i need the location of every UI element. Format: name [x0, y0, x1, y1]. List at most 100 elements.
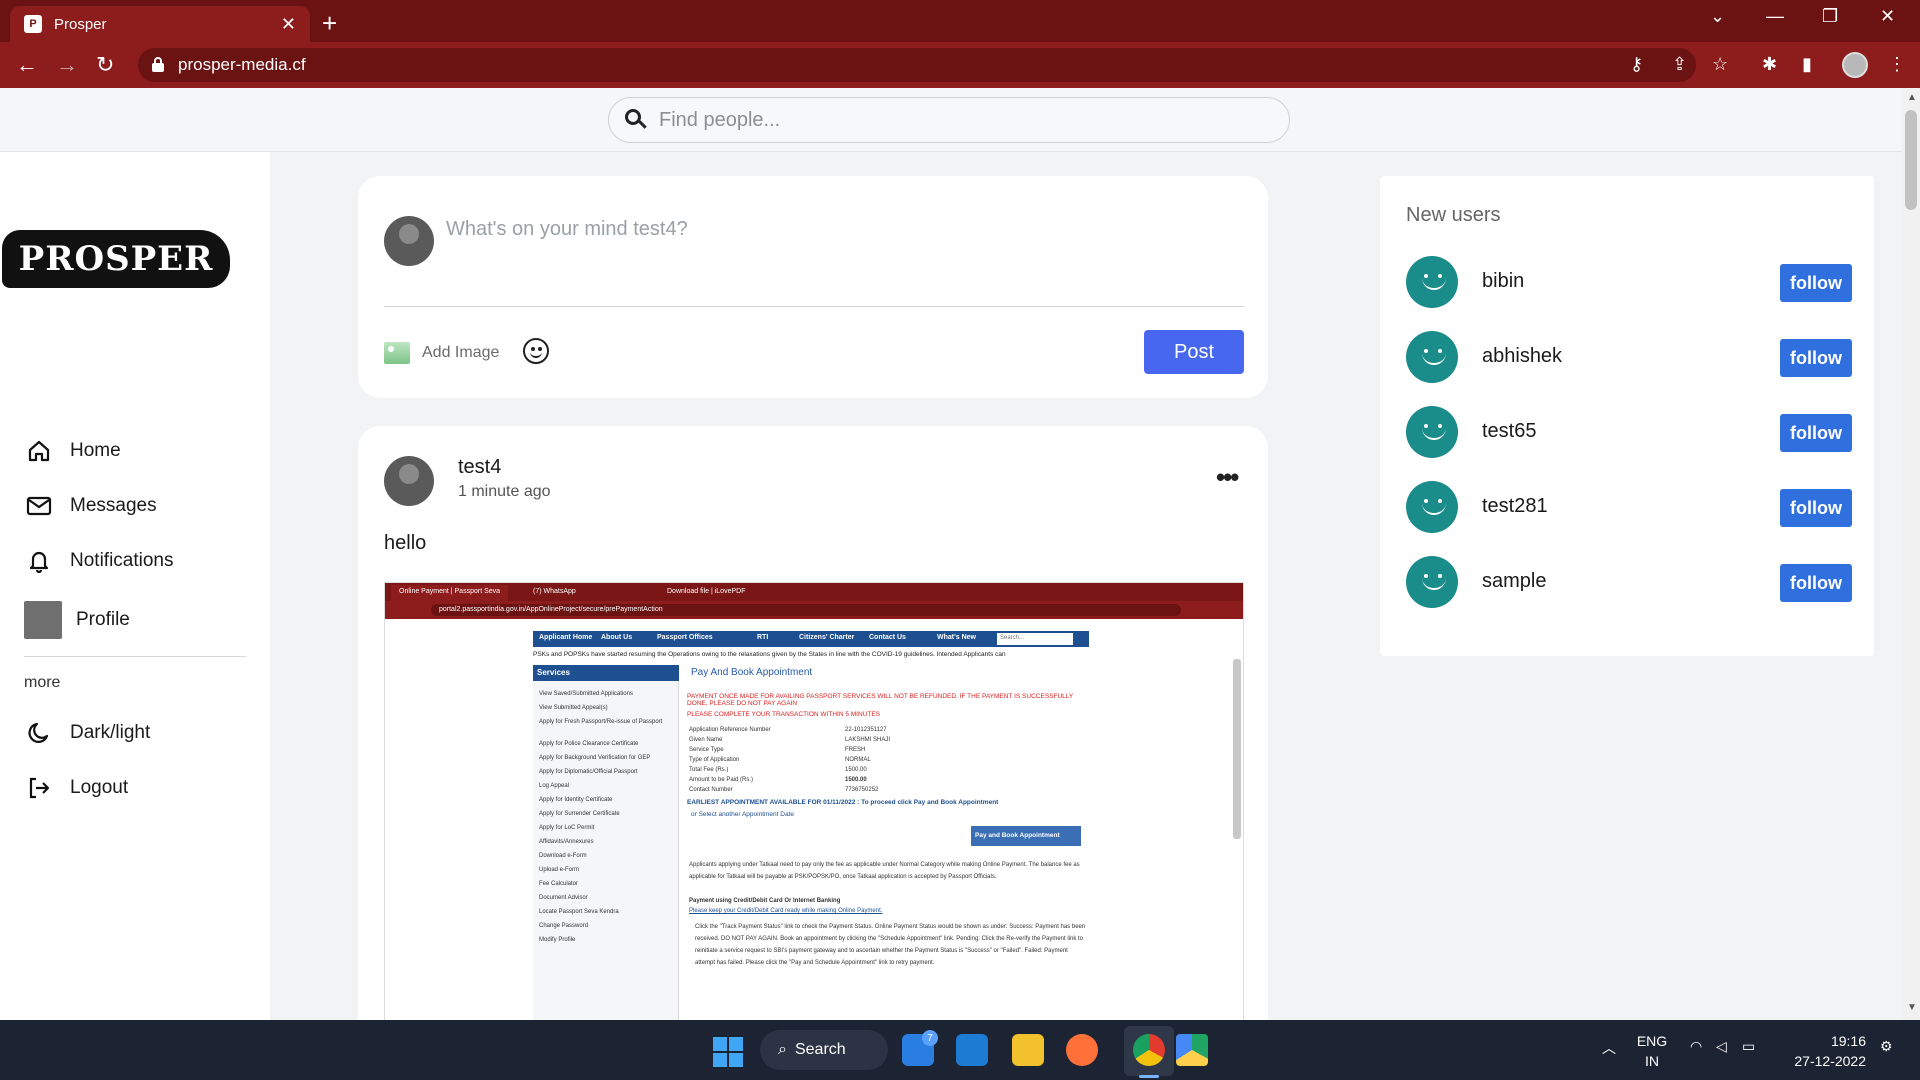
search-icon — [625, 109, 647, 131]
composer-input[interactable]: What's on your mind test4? — [446, 218, 688, 241]
post-card: test4 1 minute ago ••• hello Online Paym… — [358, 426, 1268, 1020]
smiley-avatar-icon[interactable] — [1406, 556, 1458, 608]
user-name[interactable]: abhishek — [1482, 345, 1562, 368]
user-name[interactable]: test281 — [1482, 495, 1548, 518]
back-icon[interactable]: ← — [16, 52, 38, 78]
image-row-label: Amount to be Paid (Rs.) — [689, 777, 754, 783]
follow-button[interactable]: follow — [1780, 264, 1852, 302]
search-icon: ⌕ — [778, 1041, 787, 1058]
lang-line-2: IN — [1645, 1053, 1659, 1069]
nav-home[interactable]: Home — [26, 438, 121, 464]
address-bar[interactable]: prosper-media.cf — [138, 48, 1696, 82]
tab-search-chevron-icon[interactable]: ⌄ — [1710, 6, 1725, 27]
emoji-icon[interactable] — [523, 338, 549, 364]
image-warning: PAYMENT ONCE MADE FOR AVAILING PASSPORT … — [687, 693, 1074, 707]
image-payment-sub: Please keep your Credit/Debit Card ready… — [689, 908, 883, 914]
close-tab-icon[interactable]: ✕ — [281, 14, 296, 35]
post-options-icon[interactable]: ••• — [1216, 462, 1239, 493]
new-tab-icon[interactable]: + — [322, 8, 337, 39]
scrollbar-thumb[interactable] — [1905, 110, 1917, 210]
page-scrollbar[interactable]: ▲ ▼ — [1902, 88, 1920, 1020]
scroll-down-icon[interactable]: ▼ — [1907, 1002, 1917, 1013]
reload-icon[interactable]: ↻ — [96, 52, 114, 78]
nav-logout[interactable]: Logout — [26, 775, 128, 801]
image-service-item: Log Appeal — [539, 783, 570, 789]
image-row-label: Contact Number — [689, 787, 733, 793]
post-username[interactable]: test4 — [458, 456, 501, 479]
lock-icon — [152, 57, 164, 72]
vscode-icon[interactable] — [956, 1034, 988, 1066]
language-indicator[interactable]: ENG IN — [1636, 1031, 1668, 1071]
follow-button[interactable]: follow — [1780, 564, 1852, 602]
image-scrollbar — [1233, 659, 1241, 839]
image-nav-item: What's New — [937, 634, 977, 641]
bookmark-star-icon[interactable]: ☆ — [1712, 54, 1728, 75]
post-author-avatar[interactable] — [384, 456, 434, 506]
volume-icon[interactable]: ◁ — [1716, 1038, 1727, 1055]
browser-profile-avatar[interactable] — [1842, 52, 1868, 78]
user-row: bibin follow — [1406, 256, 1852, 308]
search-input[interactable]: Find people... — [608, 97, 1290, 143]
prosper-favicon-icon: P — [24, 15, 42, 33]
smiley-avatar-icon[interactable] — [1406, 331, 1458, 383]
user-name[interactable]: bibin — [1482, 270, 1524, 293]
nav-notifications[interactable]: Notifications — [26, 548, 174, 574]
follow-button[interactable]: follow — [1780, 414, 1852, 452]
browser-tab[interactable]: P Prosper ✕ — [10, 6, 310, 42]
image-tatkaal-text: Applicants applying under Tatkaal need t… — [689, 862, 1080, 880]
new-users-panel: New users bibin follow abhishek follow t… — [1380, 176, 1874, 656]
windows-start-icon[interactable] — [713, 1037, 743, 1067]
battery-icon[interactable]: ▭ — [1742, 1038, 1755, 1055]
smiley-avatar-icon[interactable] — [1406, 406, 1458, 458]
side-panel-icon[interactable]: ▮ — [1802, 54, 1812, 75]
bell-icon — [26, 548, 52, 574]
mail-icon — [26, 493, 52, 519]
follow-button[interactable]: follow — [1780, 339, 1852, 377]
key-icon[interactable]: ⚷ — [1630, 54, 1643, 75]
user-name[interactable]: sample — [1482, 570, 1546, 593]
post-time: 1 minute ago — [458, 483, 551, 500]
taskbar-search-button[interactable]: ⌕ Search — [760, 1030, 888, 1070]
nav-notifications-label: Notifications — [70, 550, 174, 571]
chrome-active-indicator — [1139, 1075, 1159, 1078]
follow-button[interactable]: follow — [1780, 489, 1852, 527]
notification-center-icon[interactable]: ⚙ — [1880, 1038, 1893, 1055]
image-nav-item: Citizens' Charter — [799, 634, 855, 641]
scroll-up-icon[interactable]: ▲ — [1907, 92, 1917, 103]
file-explorer-icon[interactable] — [1012, 1034, 1044, 1066]
wifi-icon[interactable]: ◠ — [1690, 1038, 1702, 1055]
share-icon[interactable]: ⇪ — [1672, 54, 1687, 75]
nav-dark-light-label: Dark/light — [70, 722, 151, 743]
nav-profile[interactable]: Profile — [24, 601, 130, 639]
chrome-icon[interactable] — [1133, 1034, 1165, 1066]
nav-dark-light[interactable]: Dark/light — [26, 720, 150, 746]
forward-icon[interactable]: → — [56, 52, 78, 78]
image-service-item: Upload e-Form — [539, 867, 580, 873]
image-service-item: Apply for Identity Certificate — [539, 797, 613, 803]
clock[interactable]: 19:16 27-12-2022 — [1790, 1031, 1866, 1071]
post-button[interactable]: Post — [1144, 330, 1244, 374]
google-drive-icon[interactable] — [1176, 1034, 1208, 1066]
smiley-avatar-icon[interactable] — [1406, 256, 1458, 308]
image-nav-item: Contact Us — [869, 634, 906, 641]
prosper-logo[interactable]: PROSPER — [2, 230, 230, 288]
nav-messages[interactable]: Messages — [26, 493, 157, 519]
menu-kebab-icon[interactable]: ⋮ — [1888, 54, 1906, 75]
windows-taskbar: ⌕ Search 7 ︿ ENG IN ◠ ◁ ▭ 19:16 27-12-20… — [0, 1020, 1920, 1080]
tray-chevron-icon[interactable]: ︿ — [1602, 1038, 1616, 1058]
firefox-icon[interactable] — [1066, 1034, 1098, 1066]
image-browser-tabs — [385, 583, 1243, 601]
extensions-icon[interactable]: ✱ — [1762, 54, 1777, 75]
post-image[interactable]: Online Payment | Passport Seva (7) Whats… — [384, 582, 1244, 1020]
add-image-button[interactable]: Add Image — [384, 342, 499, 364]
image-nav-item: RTI — [757, 634, 769, 641]
smiley-avatar-icon[interactable] — [1406, 481, 1458, 533]
image-row-value: 1500.00 — [845, 777, 867, 783]
close-window-icon[interactable]: ✕ — [1880, 6, 1895, 27]
address-url: prosper-media.cf — [178, 55, 306, 74]
minimize-icon[interactable]: — — [1766, 6, 1784, 27]
page: Find people... PROSPER Home Messages Not… — [0, 88, 1920, 1020]
user-name[interactable]: test65 — [1482, 420, 1536, 443]
restore-icon[interactable]: ❐ — [1822, 6, 1838, 27]
image-nav-item: Passport Offices — [657, 634, 713, 641]
